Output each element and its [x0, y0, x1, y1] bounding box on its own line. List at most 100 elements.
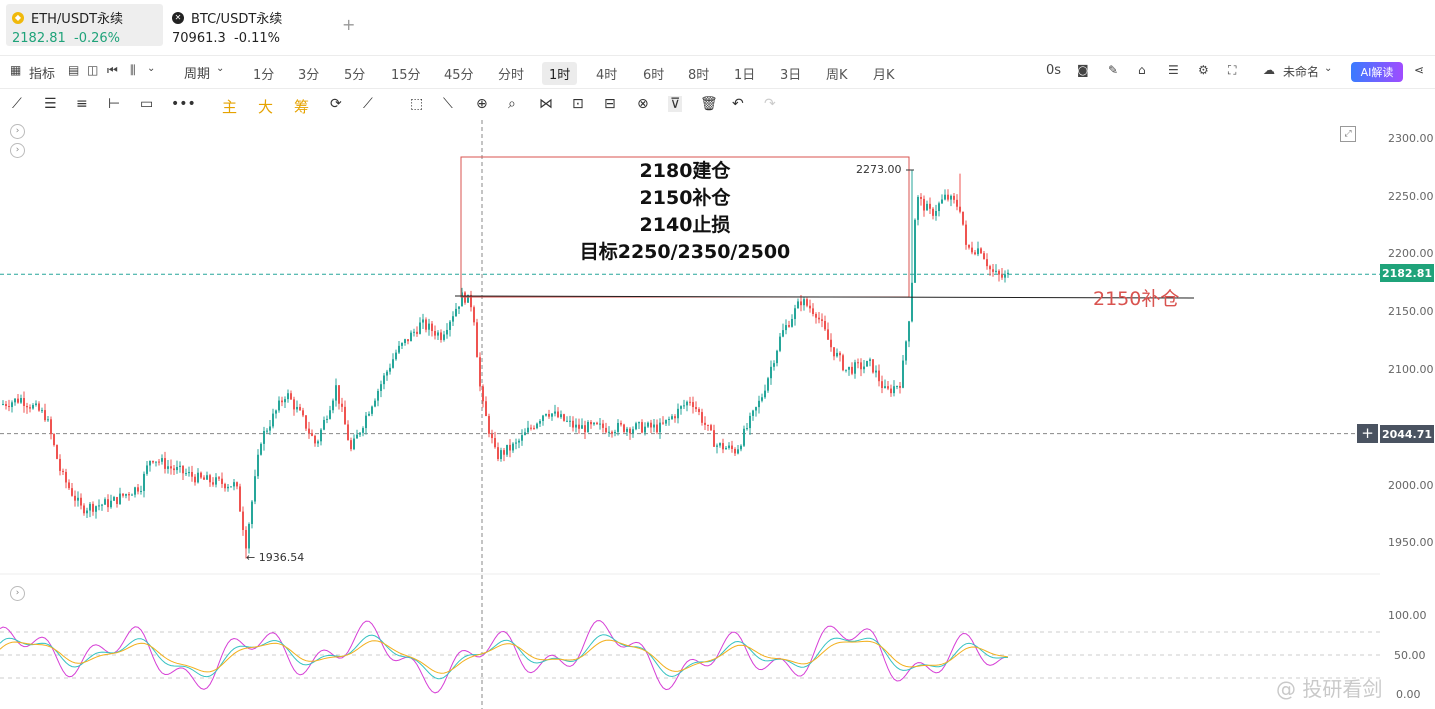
brush-icon[interactable]: ⟋ — [363, 96, 373, 112]
timeframe-time[interactable]: 分时 — [491, 62, 531, 85]
more-tools-icon[interactable]: ••• — [171, 96, 196, 112]
fullscreen-icon[interactable]: ⛶ — [1228, 63, 1236, 78]
trendline-icon[interactable]: ⟋ — [12, 96, 22, 112]
expand-icon[interactable]: ⤢ — [1340, 126, 1356, 142]
list-icon[interactable]: ☰ — [1168, 63, 1179, 77]
chevron-down-icon[interactable]: ⌄ — [1324, 63, 1332, 74]
timeframe-1d[interactable]: 1日 — [727, 62, 762, 85]
timeframe-1m[interactable]: 1分 — [246, 62, 281, 85]
candle-body — [869, 359, 871, 361]
candle-body — [572, 420, 574, 428]
redo-icon[interactable]: ↷ — [764, 96, 776, 112]
candle-body — [704, 422, 706, 425]
fib-icon[interactable]: ≡ — [76, 96, 88, 112]
sync-icon[interactable]: ⟳ — [330, 96, 342, 112]
candle-body — [527, 427, 529, 433]
candle-body — [545, 413, 547, 416]
candle-type-icon[interactable]: ⫼ — [130, 63, 136, 78]
indicators-button[interactable]: 指标 — [29, 63, 55, 82]
undo-icon[interactable]: ↶ — [732, 96, 744, 112]
y-axis-label: 2000.00 — [1388, 479, 1434, 492]
alert-icon[interactable]: ⌂ — [1138, 63, 1146, 77]
candle-body — [203, 477, 205, 480]
candle-body — [308, 428, 310, 434]
big-chip[interactable]: 大 — [258, 96, 273, 117]
osc-k-line — [0, 639, 1009, 674]
candle-body — [737, 449, 739, 454]
ai-interpret-button[interactable]: AI解读 — [1351, 62, 1403, 82]
timeframe-15m[interactable]: 15分 — [384, 62, 428, 85]
filter-icon[interactable]: ⊽ — [668, 96, 683, 112]
collapse-icon[interactable]: › — [10, 143, 25, 158]
candle-body — [821, 319, 823, 321]
period-button[interactable]: 周期 — [184, 63, 210, 82]
candle-body — [806, 299, 808, 306]
timeframe-6h[interactable]: 6时 — [636, 62, 671, 85]
timeframe-8h[interactable]: 8时 — [681, 62, 716, 85]
collapse-icon[interactable]: › — [10, 586, 25, 601]
trash-icon[interactable]: 🗑 — [700, 96, 718, 112]
chevron-down-icon[interactable]: ⌄ — [147, 63, 155, 74]
candle-body — [734, 449, 736, 454]
candle-body — [674, 416, 676, 419]
tab-btc-usdt[interactable]: ✕ BTC/USDT永续 70961.3 -0.11% — [166, 4, 336, 46]
hide-icon[interactable]: ⊟ — [604, 96, 616, 112]
candle-body — [836, 352, 838, 357]
chip-distribution[interactable]: 筹 — [294, 96, 309, 117]
candle-body — [689, 401, 691, 403]
candle-body — [134, 487, 136, 495]
timeframe-5m[interactable]: 5分 — [337, 62, 372, 85]
timeframe-4h[interactable]: 4时 — [589, 62, 624, 85]
pattern-icon[interactable]: ⋈ — [539, 96, 553, 112]
settings-icon[interactable]: ⚙ — [1198, 63, 1209, 77]
candle-body — [995, 270, 997, 272]
edit-icon[interactable]: ✎ — [1108, 63, 1118, 77]
camera-icon[interactable]: ◙ — [1077, 63, 1089, 77]
layout-name[interactable]: 未命名 — [1283, 63, 1319, 80]
zoom-icon[interactable]: ⊕ — [476, 96, 488, 112]
candle-body — [908, 321, 910, 342]
timeframe-month[interactable]: 月K — [866, 62, 902, 85]
candle-body — [242, 511, 244, 530]
add-tab-icon[interactable]: + — [342, 15, 355, 34]
replay-icon[interactable]: ⏮ — [107, 63, 118, 78]
compare-icon[interactable]: ◫ — [87, 63, 98, 77]
osc-j-line — [0, 620, 1009, 694]
lock-icon[interactable]: ⊡ — [572, 96, 584, 112]
parallel-lines-icon[interactable]: ☰ — [44, 96, 57, 112]
timeframe-1h[interactable]: 1时 — [542, 62, 578, 85]
candle-body — [965, 224, 967, 245]
select-icon[interactable]: ⬚ — [410, 96, 423, 112]
plan-targets: 目标2250/2350/2500 — [579, 241, 791, 263]
tab-eth-usdt[interactable]: ◆ ETH/USDT永续 2182.81 -0.26% — [6, 4, 163, 46]
horizontal-line-icon[interactable]: ⊢ — [108, 96, 120, 112]
timeframe-week[interactable]: 周K — [819, 62, 855, 85]
template-icon[interactable]: ▤ — [68, 63, 79, 77]
line-annotation: 2150补仓 — [1093, 288, 1180, 310]
candle-body — [650, 422, 652, 428]
candle-body — [842, 355, 844, 371]
countdown: 0s — [1046, 63, 1062, 78]
add-alert-icon[interactable]: + — [1357, 424, 1378, 443]
main-chip[interactable]: 主 — [222, 96, 237, 117]
share-icon[interactable]: ⋖ — [1414, 63, 1424, 77]
timeframe-45m[interactable]: 45分 — [437, 62, 481, 85]
candle-body — [50, 419, 52, 435]
candle-body — [344, 406, 346, 425]
timeframe-3m[interactable]: 3分 — [291, 62, 326, 85]
plan-entry: 2180建仓 — [639, 160, 731, 182]
magnet-icon[interactable]: ⌕ — [508, 96, 516, 112]
candle-body — [827, 329, 829, 340]
chevron-down-icon[interactable]: ⌄ — [216, 63, 224, 74]
cloud-icon[interactable]: ☁ — [1263, 63, 1275, 77]
candle-body — [932, 208, 934, 216]
timeframe-3d[interactable]: 3日 — [773, 62, 808, 85]
candle-body — [215, 477, 217, 485]
candle-body — [845, 369, 847, 371]
ruler-icon[interactable]: ⟍ — [443, 96, 453, 112]
indicator-icon[interactable]: ▦ — [10, 63, 21, 77]
candle-body — [266, 430, 268, 432]
rectangle-icon[interactable]: ▭ — [140, 96, 153, 112]
collapse-icon[interactable]: › — [10, 124, 25, 139]
link-icon[interactable]: ⊗ — [637, 96, 649, 112]
